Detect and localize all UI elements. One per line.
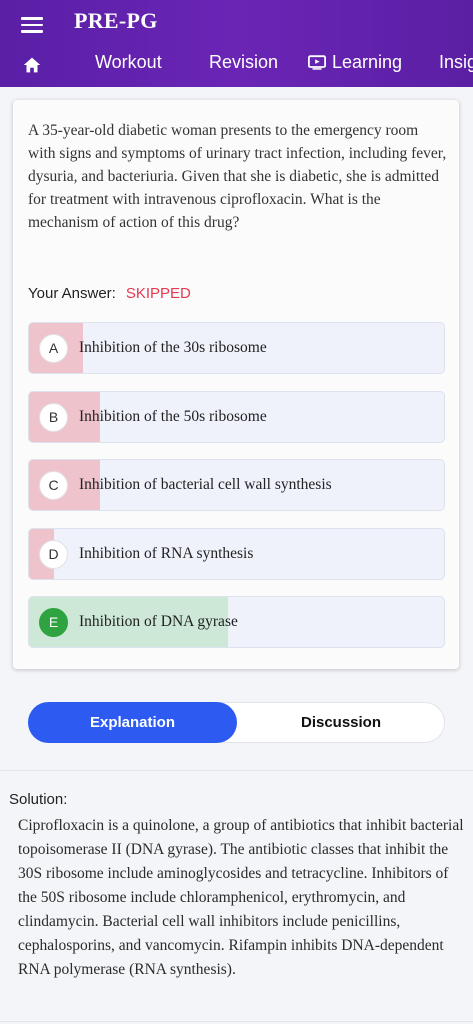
option-c-letter: C [39, 471, 68, 500]
option-d-letter: D [39, 540, 68, 569]
option-b-letter: B [39, 403, 68, 432]
option-c-text: Inhibition of bacterial cell wall synthe… [79, 476, 332, 493]
nav-tab-revision[interactable]: Revision [209, 52, 278, 73]
nav-bar: Workout Revision Learning Insig [0, 44, 473, 84]
option-a[interactable]: A Inhibition of the 30s ribosome [28, 322, 445, 374]
option-a-text: Inhibition of the 30s ribosome [79, 339, 267, 356]
your-answer-label: Your Answer: [28, 285, 116, 302]
option-e[interactable]: E Inhibition of DNA gyrase [28, 596, 445, 648]
nav-tab-insights[interactable]: Insig [439, 52, 473, 73]
tab-discussion[interactable]: Discussion [237, 702, 445, 743]
app-header: PRE-PG Workout Revision Learning Insig [0, 0, 473, 87]
explanation-discussion-toggle: Explanation Discussion [28, 702, 445, 743]
option-b-text: Inhibition of the 50s ribosome [79, 408, 267, 425]
nav-tab-learning[interactable]: Learning [308, 52, 402, 73]
nav-tab-workout[interactable]: Workout [95, 52, 162, 73]
tab-explanation[interactable]: Explanation [28, 702, 237, 743]
option-d[interactable]: D Inhibition of RNA synthesis [28, 528, 445, 580]
play-screen-icon [308, 55, 326, 70]
solution-label: Solution: [9, 791, 68, 808]
section-divider [0, 770, 473, 771]
option-d-text: Inhibition of RNA synthesis [79, 545, 254, 562]
home-icon[interactable] [21, 54, 43, 76]
nav-tab-learning-label: Learning [332, 52, 403, 72]
hamburger-menu-icon[interactable] [19, 13, 45, 35]
question-text: A 35-year-old diabetic woman presents to… [28, 122, 447, 231]
option-c[interactable]: C Inhibition of bacterial cell wall synt… [28, 459, 445, 511]
your-answer-row: Your Answer: SKIPPED [28, 285, 191, 302]
app-title: PRE-PG [74, 8, 158, 33]
bottom-divider [0, 1021, 473, 1022]
option-b[interactable]: B Inhibition of the 50s ribosome [28, 391, 445, 443]
question-card: A 35-year-old diabetic woman presents to… [13, 100, 459, 669]
option-e-text: Inhibition of DNA gyrase [79, 613, 238, 630]
solution-text: Ciprofloxacin is a quinolone, a group of… [18, 817, 464, 978]
option-a-letter: A [39, 334, 68, 363]
answer-status: SKIPPED [125, 285, 191, 302]
option-e-letter: E [39, 608, 68, 637]
